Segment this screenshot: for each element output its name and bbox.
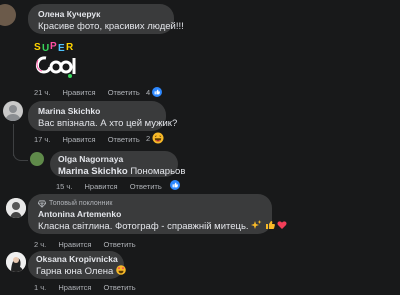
comment-author[interactable]: Olga Nagornaya [58,154,170,165]
diamond-icon [38,200,46,208]
comment-text-body: Класна світлина. Фотограф - справжній ми… [38,221,249,232]
comment-meta: 17 ч. Нравится Ответить [34,135,150,144]
user-avatar-icon [6,198,26,218]
heart-emoji-icon [277,221,287,229]
svg-text:E: E [58,43,65,54]
like-button[interactable]: Нравится [85,182,118,191]
svg-text:R: R [66,42,74,53]
like-button[interactable]: Нравится [63,135,96,144]
reply-button[interactable]: Ответить [108,88,140,97]
thumbs-up-emoji-icon [265,221,275,229]
comment-text-body: Пономарьов [130,166,186,177]
avatar[interactable] [0,4,16,26]
comment-bubble: Олена Кучерук Красиве фото, красивих люд… [28,4,184,34]
comment-text: Вас впізнала. А хто цей мужик? [38,118,178,129]
sticker-image: S U P E R [30,38,80,82]
like-button[interactable]: Нравится [58,240,91,249]
comment-text: Гарна юна Олена [36,265,126,278]
reaction-count[interactable] [170,180,180,190]
thread-curve [13,146,28,161]
reaction-count-value: 2 [146,133,151,143]
top-fan-badge[interactable]: Топовый поклонник [38,199,262,209]
heart-eyes-emoji-icon [116,265,126,275]
avatar[interactable] [6,252,26,272]
comment-author[interactable]: Antonina Artemenko [38,209,262,220]
sparkle-emoji-icon [251,220,262,229]
user-avatar-icon [6,252,26,272]
comment-text: Класна світлина. Фотограф - справжній ми… [38,220,287,233]
svg-text:S: S [34,42,41,53]
comment-bubble: Oksana Kropivnicka Гарна юна Олена [28,251,126,279]
comment-bubble: Olga Nagornaya Marina Skichko Пономарьов [50,151,185,178]
badge-label: Топовый поклонник [49,200,113,207]
avatar[interactable] [6,198,26,218]
reaction-count[interactable]: 4 [146,87,163,97]
like-reaction-icon [170,180,180,190]
reply-button[interactable]: Ответить [108,135,140,144]
reaction-count-value: 4 [146,87,151,97]
comment-meta: 15 ч. Нравится Ответить [56,182,172,191]
comment-meta: 1 ч. Нравится Ответить [34,283,146,292]
reaction-count[interactable]: 2 [146,132,164,144]
comment-time[interactable]: 17 ч. [34,135,50,144]
comment-text-body: Гарна юна Олена [36,266,114,277]
like-reaction-icon [152,87,163,97]
like-button[interactable]: Нравится [58,283,91,292]
avatar[interactable] [30,152,44,166]
comment-time[interactable]: 2 ч. [34,240,46,249]
reply-button[interactable]: Ответить [130,182,162,191]
laugh-emoji-icon [152,132,164,144]
comment-time[interactable]: 1 ч. [34,283,46,292]
comment-author[interactable]: Marina Skichko [38,106,156,117]
comment-bubble: Топовый поклонник Antonina Artemenko Кла… [28,194,287,234]
super-cool-sticker: S U P E R [34,41,76,78]
svg-text:P: P [50,41,57,52]
comment-author[interactable]: Oksana Kropivnicka [36,254,118,265]
svg-text:U: U [42,43,49,54]
comment-mention[interactable]: Marina Skichko [58,166,128,177]
like-button[interactable]: Нравится [63,88,96,97]
comment-meta: 2 ч. Нравится Ответить [34,240,146,249]
comment-time[interactable]: 15 ч. [56,182,72,191]
comment-text: Красиве фото, красивих людей!!! [38,21,184,32]
comment-time[interactable]: 21 ч. [34,88,50,97]
avatar[interactable] [3,101,23,121]
reply-button[interactable]: Ответить [104,283,136,292]
comment-author[interactable]: Олена Кучерук [38,9,164,20]
comment-meta: 21 ч. Нравится Ответить [34,88,150,97]
comment-text: Marina Skichko Пономарьов [58,165,185,178]
comment-bubble: Marina Skichko Вас впізнала. А хто цей м… [28,101,178,131]
reply-button[interactable]: Ответить [104,240,136,249]
default-avatar-icon [5,105,21,121]
